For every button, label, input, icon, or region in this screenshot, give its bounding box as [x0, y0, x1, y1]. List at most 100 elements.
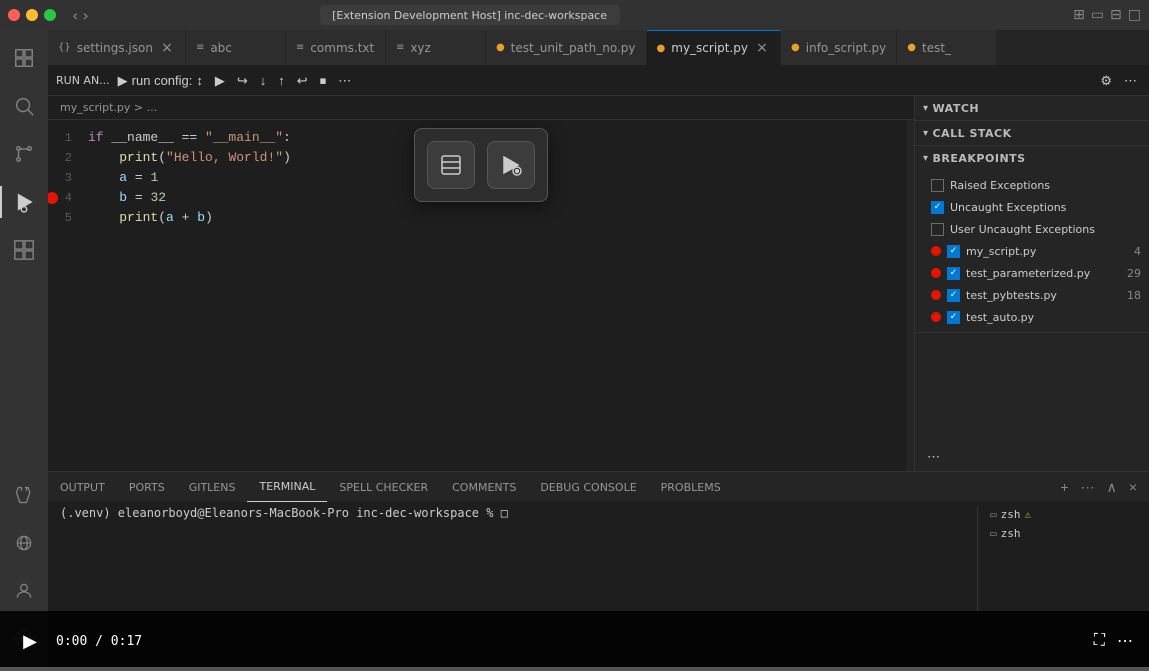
video-fullscreen-btn[interactable]: ⛶ — [1094, 632, 1105, 650]
editor-content[interactable]: 1 if __name__ == "__main__": 2 print("He… — [48, 120, 914, 471]
callstack-section: ▾ CALL STACK — [915, 121, 1149, 146]
shell-item-zsh2[interactable]: ▭ zsh — [986, 525, 1137, 542]
debug-panel-more[interactable]: ⋯ — [923, 447, 944, 467]
tab-comments[interactable]: COMMENTS — [440, 472, 528, 502]
terminal-prompt: (.venv) eleanorboyd@Eleanors-MacBook-Pro… — [60, 506, 969, 520]
line-number-5: 5 — [56, 208, 88, 228]
video-more-btn[interactable]: ⋯ — [1117, 631, 1133, 651]
maximize-icon[interactable]: □ — [1128, 7, 1141, 23]
bp-item-user-uncaught[interactable]: User Uncaught Exceptions — [915, 218, 1149, 240]
tab-xyz[interactable]: ≡ xyz — [386, 30, 486, 65]
debug-step-out-btn[interactable]: ↑ — [274, 71, 289, 90]
more-actions-btn[interactable]: ⋯ — [1120, 71, 1141, 91]
settings-icon[interactable]: ⚙ — [1096, 71, 1116, 91]
shell-item-zsh1[interactable]: ▭ zsh ⚠ — [986, 506, 1137, 523]
line-number-4: 4 — [56, 188, 88, 208]
popup-play-btn[interactable] — [487, 141, 535, 189]
bp-item-test-param[interactable]: test_parameterized.py 29 — [915, 262, 1149, 284]
activity-icon-search[interactable] — [0, 82, 48, 130]
tab-icon-my-script: ● — [657, 43, 666, 54]
line-number-3: 3 — [56, 168, 88, 188]
bp-checkbox-uncaught[interactable] — [931, 201, 944, 214]
traffic-light-green[interactable] — [44, 9, 56, 21]
tab-close-settings[interactable]: × — [159, 40, 175, 56]
traffic-light-yellow[interactable] — [26, 9, 38, 21]
video-progress-bar[interactable] — [48, 667, 1149, 671]
tab-problems[interactable]: PROBLEMS — [649, 472, 733, 502]
bp-checkbox-my-script[interactable] — [947, 245, 960, 258]
debug-panel: ▾ WATCH ▾ CALL STACK ▾ BREAKPOINTS — [914, 96, 1149, 471]
breakpoints-header[interactable]: ▾ BREAKPOINTS — [915, 146, 1149, 170]
tab-ports[interactable]: PORTS — [117, 472, 177, 502]
maximize-panel-btn[interactable]: ∧ — [1103, 477, 1121, 498]
callstack-header[interactable]: ▾ CALL STACK — [915, 121, 1149, 145]
tab-label-test: test_ — [922, 41, 951, 55]
layout-icon[interactable]: ⊞ — [1073, 7, 1085, 23]
bp-checkbox-test-param[interactable] — [947, 267, 960, 280]
breakpoints-list: Raised Exceptions Uncaught Exceptions Us… — [915, 170, 1149, 332]
nav-back[interactable]: ‹ — [72, 6, 78, 25]
tab-debug-console[interactable]: DEBUG CONSOLE — [528, 472, 648, 502]
traffic-light-red[interactable] — [8, 9, 20, 21]
split-icon[interactable]: ⊟ — [1110, 7, 1122, 23]
activity-icon-run-debug[interactable] — [0, 178, 48, 226]
bottom-tabs: OUTPUT PORTS GITLENS TERMINAL SPELL CHEC… — [48, 472, 1149, 502]
tab-output[interactable]: OUTPUT — [48, 472, 117, 502]
activity-icon-remote[interactable] — [0, 519, 48, 567]
bp-checkbox-test-pyb[interactable] — [947, 289, 960, 302]
bp-checkbox-raised[interactable] — [931, 179, 944, 192]
add-terminal-btn[interactable]: + — [1056, 477, 1072, 497]
tab-icon-test: ● — [907, 42, 916, 53]
line-number-1: 1 — [56, 128, 88, 148]
bp-item-test-pyb[interactable]: test_pybtests.py 18 — [915, 284, 1149, 306]
monitor-icon[interactable]: ▭ — [1091, 7, 1104, 23]
tab-close-my-script[interactable]: × — [754, 40, 770, 56]
nav-controls: ‹ › — [72, 6, 89, 25]
minimap — [906, 120, 914, 471]
watch-header[interactable]: ▾ WATCH — [915, 96, 1149, 120]
video-time: 0:00 / 0:17 — [56, 634, 142, 649]
tab-test[interactable]: ● test_ — [897, 30, 997, 65]
nav-forward[interactable]: › — [82, 6, 88, 25]
bp-item-my-script[interactable]: my_script.py 4 — [915, 240, 1149, 262]
content-area: {} settings.json × ≡ abc ≡ comms.txt ≡ x… — [48, 30, 1149, 671]
tab-spell-checker[interactable]: SPELL CHECKER — [327, 472, 440, 502]
bp-item-uncaught[interactable]: Uncaught Exceptions — [915, 196, 1149, 218]
tab-gitlens[interactable]: GITLENS — [177, 472, 248, 502]
activity-icon-test[interactable] — [0, 471, 48, 519]
tab-info-script[interactable]: ● info_script.py — [781, 30, 897, 65]
bp-dot-my-script — [931, 246, 941, 256]
bp-dot-test-auto — [931, 312, 941, 322]
activity-icon-source-control[interactable] — [0, 130, 48, 178]
debug-stop-btn[interactable]: ⏹ — [316, 71, 331, 91]
bp-label-test-auto: test_auto.py — [966, 311, 1141, 324]
debug-more-btn[interactable]: ⋯ — [334, 71, 355, 91]
tab-my-script[interactable]: ● my_script.py × — [647, 30, 782, 65]
tab-abc[interactable]: ≡ abc — [186, 30, 286, 65]
tab-settings[interactable]: {} settings.json × — [48, 30, 186, 65]
tab-label-xyz: xyz — [410, 41, 431, 55]
tab-test-unit[interactable]: ● test_unit_path_no.py — [486, 30, 647, 65]
tab-comms[interactable]: ≡ comms.txt — [286, 30, 386, 65]
bp-item-test-auto[interactable]: test_auto.py — [915, 306, 1149, 328]
debug-step-into-btn[interactable]: ↓ — [256, 71, 271, 90]
close-panel-btn[interactable]: × — [1125, 477, 1141, 497]
shell-icon-1: ▭ — [990, 508, 997, 521]
tab-terminal[interactable]: TERMINAL — [247, 472, 327, 502]
bp-checkbox-test-auto[interactable] — [947, 311, 960, 324]
title-search-bar[interactable]: [Extension Development Host] inc-dec-wor… — [320, 5, 620, 25]
watch-section: ▾ WATCH — [915, 96, 1149, 121]
debug-restart-btn[interactable]: ↩ — [293, 71, 312, 91]
line-code-5: print(a + b) — [88, 208, 914, 228]
run-config-button[interactable]: ▶ run config: ↕ — [114, 71, 207, 91]
bp-checkbox-user-uncaught[interactable] — [931, 223, 944, 236]
split-terminal-btn[interactable]: ⋯ — [1077, 477, 1099, 498]
activity-icon-accounts[interactable] — [0, 567, 48, 615]
popup-layout-btn[interactable] — [427, 141, 475, 189]
debug-continue-btn[interactable]: ▶ — [211, 71, 229, 91]
activity-icon-extensions[interactable] — [0, 226, 48, 274]
debug-step-over-btn[interactable]: ↪ — [233, 71, 252, 91]
bp-item-raised[interactable]: Raised Exceptions — [915, 174, 1149, 196]
activity-icon-explorer[interactable] — [0, 34, 48, 82]
bp-label-test-param: test_parameterized.py — [966, 267, 1121, 280]
